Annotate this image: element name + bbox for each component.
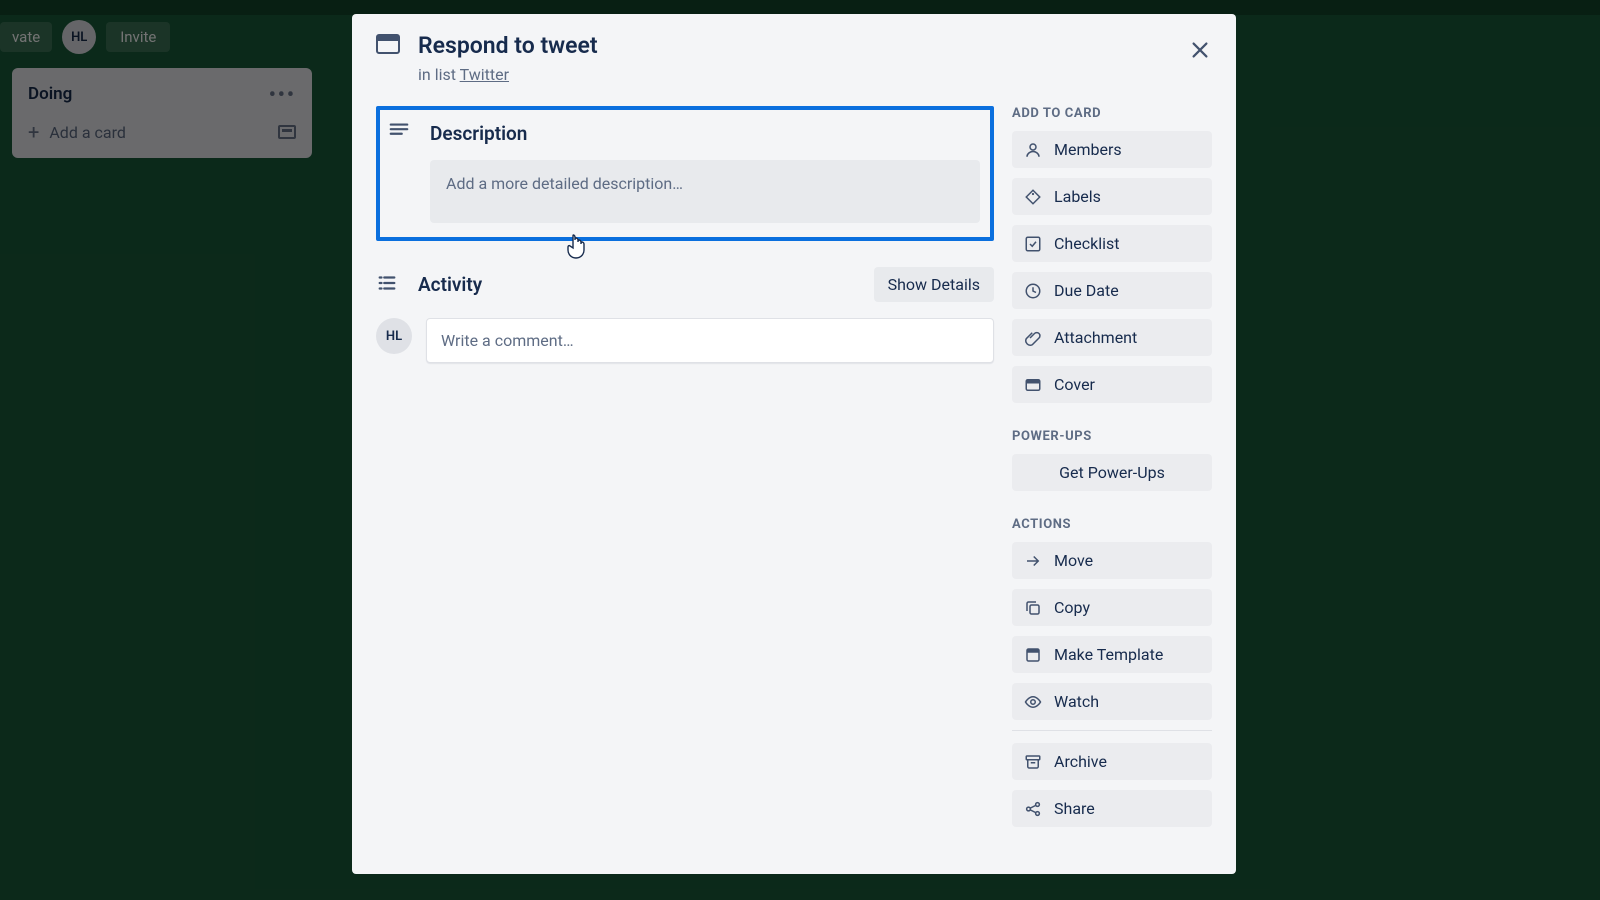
arrow-icon bbox=[1024, 552, 1042, 570]
add-members-button[interactable]: Members bbox=[1012, 131, 1212, 168]
comment-avatar[interactable]: HL bbox=[376, 318, 412, 354]
add-due-date-button[interactable]: Due Date bbox=[1012, 272, 1212, 309]
eye-icon bbox=[1024, 693, 1042, 711]
actions-group: ACTIONS Move Copy Make Template Watch Archi… bbox=[1012, 517, 1212, 827]
add-checklist-button[interactable]: Checklist bbox=[1012, 225, 1212, 262]
power-ups-group: POWER-UPS Get Power-Ups bbox=[1012, 429, 1212, 491]
get-power-ups-button[interactable]: Get Power-Ups bbox=[1012, 454, 1212, 491]
actions-heading: ACTIONS bbox=[1012, 517, 1212, 532]
cover-icon bbox=[1024, 376, 1042, 394]
user-icon bbox=[1024, 141, 1042, 159]
cursor-pointer-icon bbox=[565, 234, 587, 260]
action-make-template-button[interactable]: Make Template bbox=[1012, 636, 1212, 673]
check-icon bbox=[1024, 235, 1042, 253]
attach-icon bbox=[1024, 329, 1042, 347]
add-to-card-heading: ADD TO CARD bbox=[1012, 106, 1212, 121]
archive-button[interactable]: Archive bbox=[1012, 743, 1212, 780]
power-ups-heading: POWER-UPS bbox=[1012, 429, 1212, 444]
card-title[interactable]: Respond to tweet bbox=[418, 32, 598, 59]
description-icon bbox=[388, 120, 416, 146]
share-button[interactable]: Share bbox=[1012, 790, 1212, 827]
action-move-button[interactable]: Move bbox=[1012, 542, 1212, 579]
add-labels-button[interactable]: Labels bbox=[1012, 178, 1212, 215]
actions-divider bbox=[1012, 730, 1212, 731]
archive-icon bbox=[1024, 753, 1042, 771]
add-attachment-button[interactable]: Attachment bbox=[1012, 319, 1212, 356]
list-link[interactable]: Twitter bbox=[460, 65, 509, 84]
comment-input[interactable]: Write a comment… bbox=[426, 318, 994, 363]
action-copy-button[interactable]: Copy bbox=[1012, 589, 1212, 626]
action-watch-button[interactable]: Watch bbox=[1012, 683, 1212, 720]
share-icon bbox=[1024, 800, 1042, 818]
description-section-highlighted: Description Add a more detailed descript… bbox=[376, 106, 994, 241]
close-button[interactable] bbox=[1182, 32, 1218, 68]
card-icon bbox=[376, 34, 404, 58]
close-icon bbox=[1189, 39, 1211, 61]
activity-icon bbox=[376, 272, 404, 298]
add-cover-button[interactable]: Cover bbox=[1012, 366, 1212, 403]
tag-icon bbox=[1024, 188, 1042, 206]
activity-heading: Activity bbox=[418, 273, 482, 296]
template-icon bbox=[1024, 646, 1042, 664]
copy-icon bbox=[1024, 599, 1042, 617]
description-input[interactable]: Add a more detailed description… bbox=[430, 160, 980, 223]
card-modal: Respond to tweet in list Twitter Descrip… bbox=[352, 14, 1236, 874]
description-heading: Description bbox=[430, 122, 527, 145]
clock-icon bbox=[1024, 282, 1042, 300]
card-list-location: in list Twitter bbox=[418, 65, 1212, 84]
add-to-card-group: ADD TO CARD Members Labels Checklist Due Da… bbox=[1012, 106, 1212, 403]
show-details-button[interactable]: Show Details bbox=[874, 267, 994, 302]
